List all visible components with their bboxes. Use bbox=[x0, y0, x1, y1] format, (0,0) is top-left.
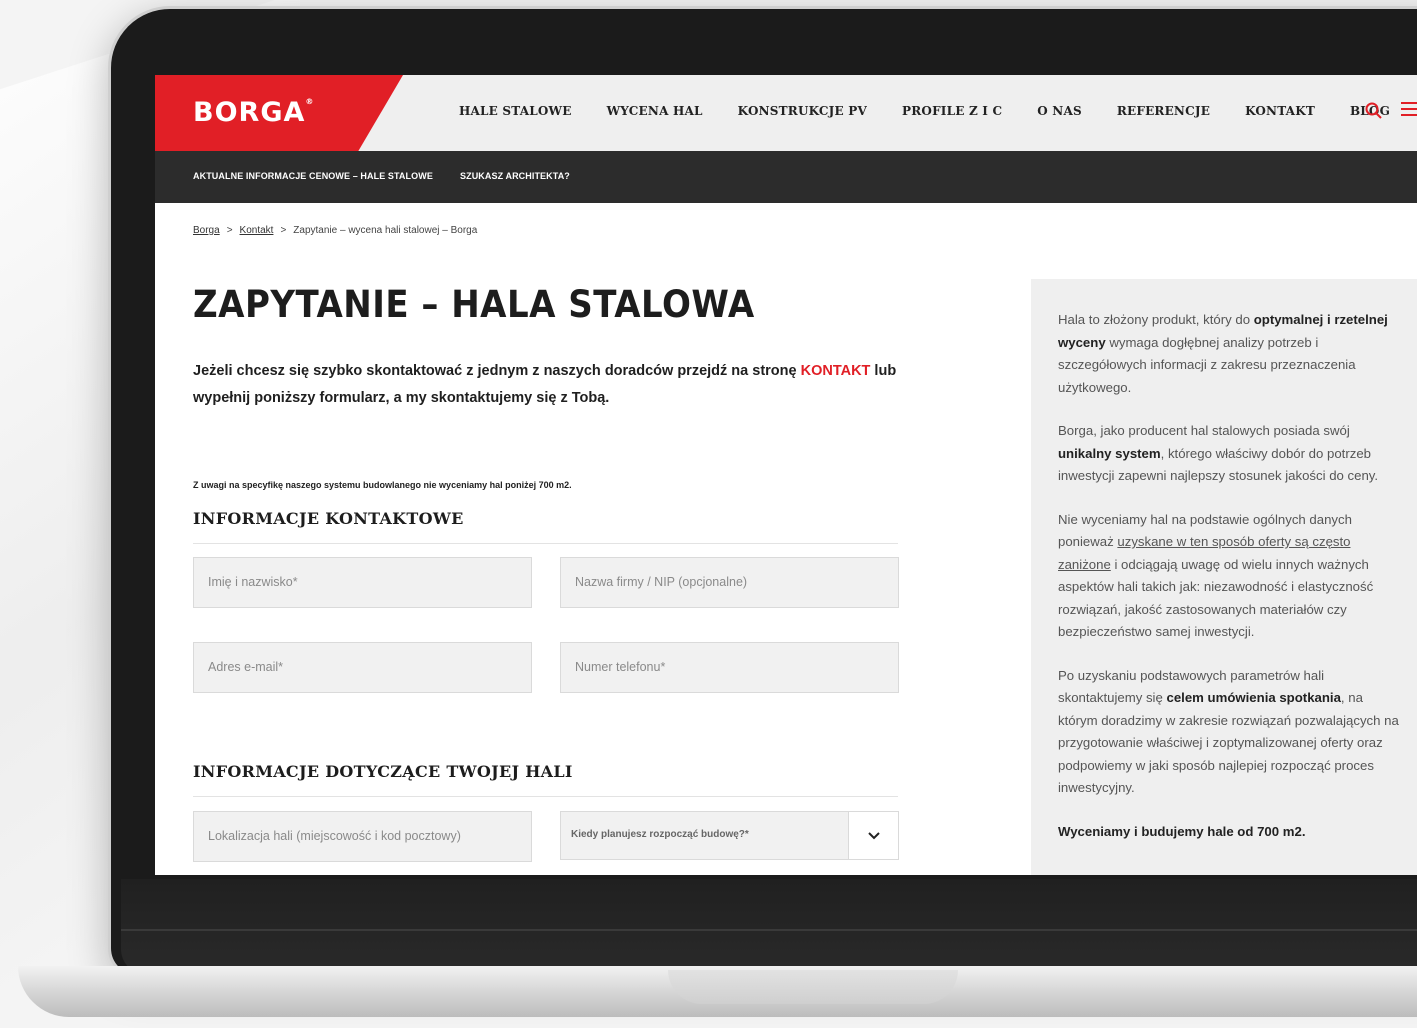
nav-item-konstrukcje-pv[interactable]: KONSTRUKCJE PV bbox=[738, 104, 867, 118]
browser-screen: BORGA® HALE STALOWE WYCENA HAL KONSTRUKC… bbox=[155, 75, 1417, 875]
breadcrumb: Borga > Kontakt > Zapytanie – wycena hal… bbox=[193, 225, 477, 236]
breadcrumb-separator: > bbox=[280, 225, 287, 236]
info-sidebar: Hala to złożony produkt, który do optyma… bbox=[1031, 279, 1417, 875]
site-header: BORGA® HALE STALOWE WYCENA HAL KONSTRUKC… bbox=[155, 75, 1417, 151]
divider bbox=[193, 543, 898, 544]
phone-field[interactable]: Numer telefonu* bbox=[560, 642, 899, 693]
email-field[interactable]: Adres e-mail* bbox=[193, 642, 532, 693]
nav-item-o-nas[interactable]: O NAS bbox=[1037, 104, 1082, 118]
nav-item-profile[interactable]: PROFILE Z I C bbox=[902, 104, 1002, 118]
sidebar-summary: Wyceniamy i budujemy hale od 700 m2. bbox=[1058, 823, 1306, 839]
main-nav: HALE STALOWE WYCENA HAL KONSTRUKCJE PV P… bbox=[459, 104, 1390, 118]
start-date-select-label: Kiedy planujesz rozpocząć budowę?* bbox=[571, 829, 749, 840]
name-field[interactable]: Imię i nazwisko* bbox=[193, 557, 532, 608]
sub-navigation: AKTUALNE INFORMACJE CENOWE – HALE STALOW… bbox=[155, 151, 1417, 203]
chevron-down-icon[interactable] bbox=[848, 812, 898, 859]
section-heading-contact: INFORMACJE KONTAKTOWE bbox=[193, 509, 464, 528]
laptop-base-notch bbox=[668, 970, 958, 1004]
company-field[interactable]: Nazwa firmy / NIP (opcjonalne) bbox=[560, 557, 899, 608]
laptop-bezel-stripe bbox=[121, 929, 1417, 931]
sidebar-paragraph: Po uzyskaniu podstawowych parametrów hal… bbox=[1058, 667, 1399, 796]
nav-item-wycena-hal[interactable]: WYCENA HAL bbox=[607, 104, 703, 118]
hamburger-menu-icon[interactable] bbox=[1401, 102, 1417, 120]
search-icon[interactable] bbox=[1363, 100, 1385, 122]
hall-location-field[interactable]: Lokalizacja hali (miejscowość i kod pocz… bbox=[193, 811, 532, 862]
nav-item-hale-stalowe[interactable]: HALE STALOWE bbox=[459, 104, 572, 118]
start-date-select[interactable]: Kiedy planujesz rozpocząć budowę?* bbox=[560, 811, 899, 860]
subnav-price-info[interactable]: AKTUALNE INFORMACJE CENOWE – HALE STALOW… bbox=[193, 171, 433, 181]
nav-item-referencje[interactable]: REFERENCJE bbox=[1117, 104, 1210, 118]
logo[interactable]: BORGA® bbox=[193, 97, 314, 128]
logo-block[interactable]: BORGA® bbox=[155, 75, 403, 151]
subnav-architect[interactable]: SZUKASZ ARCHITEKTA? bbox=[460, 171, 570, 181]
section-heading-hall: INFORMACJE DOTYCZĄCE TWOJEJ HALI bbox=[193, 762, 573, 781]
nav-item-kontakt[interactable]: KONTAKT bbox=[1245, 104, 1315, 118]
breadcrumb-home[interactable]: Borga bbox=[193, 225, 220, 236]
divider bbox=[193, 796, 898, 797]
sidebar-paragraph: Hala to złożony produkt, który do optyma… bbox=[1058, 312, 1388, 395]
laptop-bezel bbox=[121, 879, 1417, 975]
contact-link[interactable]: KONTAKT bbox=[801, 363, 871, 379]
breadcrumb-contact[interactable]: Kontakt bbox=[240, 225, 274, 236]
sidebar-paragraph: Nie wyceniamy hal na podstawie ogólnych … bbox=[1058, 511, 1374, 640]
breadcrumb-current: Zapytanie – wycena hali stalowej – Borga bbox=[293, 225, 478, 236]
intro-text: Jeżeli chcesz się szybko skontaktować z … bbox=[193, 363, 897, 406]
breadcrumb-separator: > bbox=[226, 225, 233, 236]
page-title: ZAPYTANIE – HALA STALOWA bbox=[193, 283, 755, 326]
sidebar-paragraph: Borga, jako producent hal stalowych posi… bbox=[1058, 423, 1379, 483]
minimum-area-note: Z uwagi na specyfikę naszego systemu bud… bbox=[193, 480, 572, 490]
